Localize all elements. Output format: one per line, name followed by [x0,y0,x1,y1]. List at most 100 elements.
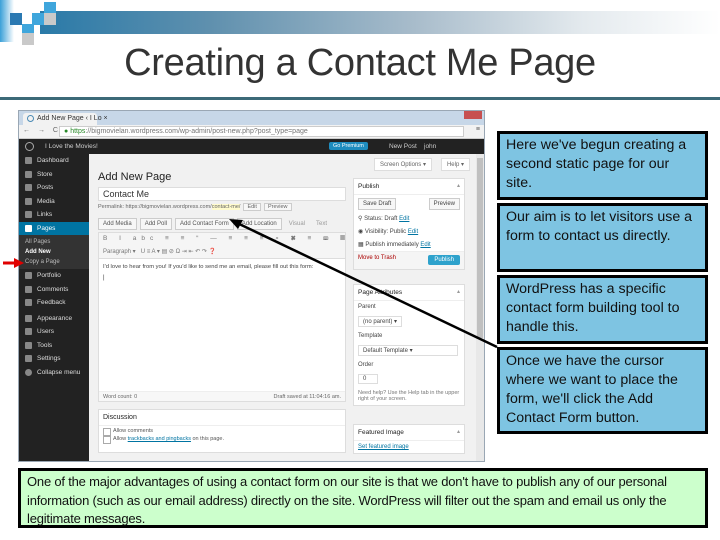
sidebar-item-label: Users [37,328,54,335]
dashboard-icon [25,157,32,164]
site-name-link[interactable]: I Love the Movies! [45,143,98,150]
user-menu[interactable]: john [424,143,436,150]
paragraph-format-select[interactable]: Paragraph ▾ [103,249,136,255]
decor-square [10,13,22,25]
parent-select[interactable]: (no parent) ▾ [358,316,403,327]
nav-buttons[interactable]: ← → C [23,127,61,134]
portfolio-icon [25,272,32,279]
trackbacks-link[interactable]: trackbacks and pingbacks [128,436,191,442]
text-cursor: | [103,275,105,281]
link-icon [25,211,32,218]
set-featured-image-link[interactable]: Set featured image [358,444,409,450]
settings-icon [25,355,32,362]
tab-title: Add New Page ‹ I Lo × [37,115,108,122]
browser-menu-icon[interactable]: ≡ [476,126,480,133]
submenu-all-pages[interactable]: All Pages [19,237,89,247]
page-title-input[interactable]: Contact Me [98,187,346,201]
wp-admin-bar: I Love the Movies! Go Premium New Post j… [19,139,484,154]
add-contact-form-button[interactable]: Add Contact Form [175,218,234,230]
callout-1: Here we've begun creating a second stati… [497,131,708,200]
page-attributes-heading[interactable]: Page Attributes [354,285,464,301]
sidebar-item-store[interactable]: Store [19,168,89,182]
wordpress-logo-icon[interactable] [25,142,34,151]
sidebar-item-label: Pages [37,224,56,232]
bottom-note: One of the major advantages of using a c… [18,468,708,528]
sidebar-item-comments[interactable]: Comments [19,283,89,297]
pages-submenu: All Pages Add New Copy a Page [19,235,89,269]
screen-options-button[interactable]: Screen Options ▾ [373,158,432,171]
publish-button[interactable]: Publish [428,255,460,265]
pin-icon [25,184,32,191]
submenu-copy-a-page[interactable]: Copy a Page [19,257,89,267]
sidebar-item-settings[interactable]: Settings [19,352,89,366]
tab-text[interactable]: Text [312,219,331,229]
sidebar-item-portfolio[interactable]: Portfolio [19,269,89,283]
add-media-button[interactable]: Add Media [98,218,137,230]
sidebar-item-appearance[interactable]: Appearance [19,312,89,326]
save-draft-button[interactable]: Save Draft [358,198,397,210]
editor-status-bar: Word count: 0 Draft saved at 11:04:16 am… [99,391,345,401]
appearance-icon [25,314,32,322]
media-buttons: Add Media Add Poll Add Contact Form Add Loc… [98,218,334,230]
pages-icon [25,224,32,232]
admin-sidebar: Dashboard Store Posts Media Links Pages … [19,154,89,461]
view-page-button[interactable]: Preview [263,203,292,211]
new-post-link[interactable]: New Post [389,143,417,150]
trackbacks-label-suffix: on this page. [190,436,224,442]
window-close-button[interactable] [464,111,482,119]
scrollbar-thumb[interactable] [477,158,483,338]
address-bar[interactable]: ● https://bigmovielan.wordpress.com/wp-a… [59,126,464,137]
sidebar-item-label: Settings [37,355,61,362]
slide-title: Creating a Contact Me Page [124,42,596,84]
sidebar-item-users[interactable]: Users [19,325,89,339]
callout-2: Our aim is to let visitors use a form to… [497,203,708,272]
status-text: Status: Draft [364,216,398,222]
sidebar-item-dashboard[interactable]: Dashboard [19,154,89,168]
submenu-add-new[interactable]: Add New [19,247,89,257]
preview-button[interactable]: Preview [428,198,460,210]
sidebar-item-collapse[interactable]: Collapse menu [19,366,89,380]
status-row: ⚲ Status: Draft Edit [354,212,464,225]
permalink-edit-button[interactable]: Edit [243,203,261,211]
order-input[interactable]: 0 [358,374,378,384]
collapse-icon [25,368,32,376]
go-premium-button[interactable]: Go Premium [329,142,368,150]
sidebar-item-label: Collapse menu [37,368,81,376]
toolbar-2-buttons[interactable]: U ≡ A ▾ ▤ ⊘ Ω ⇥ ⇤ ↶ ↷ ❓ [141,249,216,255]
page-attributes-box: Page Attributes Parent (no parent) ▾ Tem… [353,284,465,406]
formatting-toolbar-1[interactable]: B I abc ≡ ≡ “ — ≡ ≡ ≡ ⌕ ✖ ≡ ⌨ ▦ [99,233,345,246]
permalink-slug[interactable]: contact-me/ [211,204,241,210]
sidebar-item-tools[interactable]: Tools [19,339,89,353]
template-select[interactable]: Default Template ▾ [358,345,458,356]
featured-image-heading[interactable]: Featured Image [354,425,464,441]
sidebar-item-feedback[interactable]: Feedback [19,296,89,310]
sidebar-item-links[interactable]: Links [19,208,89,222]
schedule-edit-link[interactable]: Edit [420,242,430,248]
tab-visual[interactable]: Visual [285,219,309,229]
title-divider [0,97,720,100]
parent-label: Parent [358,304,376,310]
browser-tab[interactable]: Add New Page ‹ I Lo × [23,113,108,125]
media-icon [25,197,32,205]
help-button[interactable]: Help ▾ [440,158,470,171]
sidebar-item-media[interactable]: Media [19,195,89,209]
add-location-button[interactable]: Add Location [236,218,282,230]
publish-box: Publish Save Draft Preview ⚲ Status: Dra… [353,178,465,270]
formatting-toolbar-2[interactable]: Paragraph ▾ U ≡ A ▾ ▤ ⊘ Ω ⇥ ⇤ ↶ ↷ ❓ [99,246,345,259]
url-scheme: https [70,128,86,135]
sidebar-item-pages[interactable]: Pages [19,221,89,235]
add-poll-button[interactable]: Add Poll [139,218,173,230]
allow-comments-checkbox[interactable]: Allow comments [99,426,345,436]
status-edit-link[interactable]: Edit [399,216,409,222]
discussion-heading[interactable]: Discussion [99,410,345,426]
browser-tab-strip: Add New Page ‹ I Lo × [19,111,484,125]
publish-heading[interactable]: Publish [354,179,464,195]
move-to-trash-link[interactable]: Move to Trash [358,255,396,261]
visibility-edit-link[interactable]: Edit [408,229,418,235]
page-scrollbar[interactable] [476,154,484,461]
sidebar-item-label: Comments [37,285,69,293]
page-heading: Add New Page [98,171,172,183]
content-editor[interactable]: B I abc ≡ ≡ “ — ≡ ≡ ≡ ⌕ ✖ ≡ ⌨ ▦ Paragrap… [98,232,346,402]
allow-trackbacks-checkbox[interactable]: Allow trackbacks and pingbacks on this p… [99,434,345,444]
sidebar-item-posts[interactable]: Posts [19,181,89,195]
